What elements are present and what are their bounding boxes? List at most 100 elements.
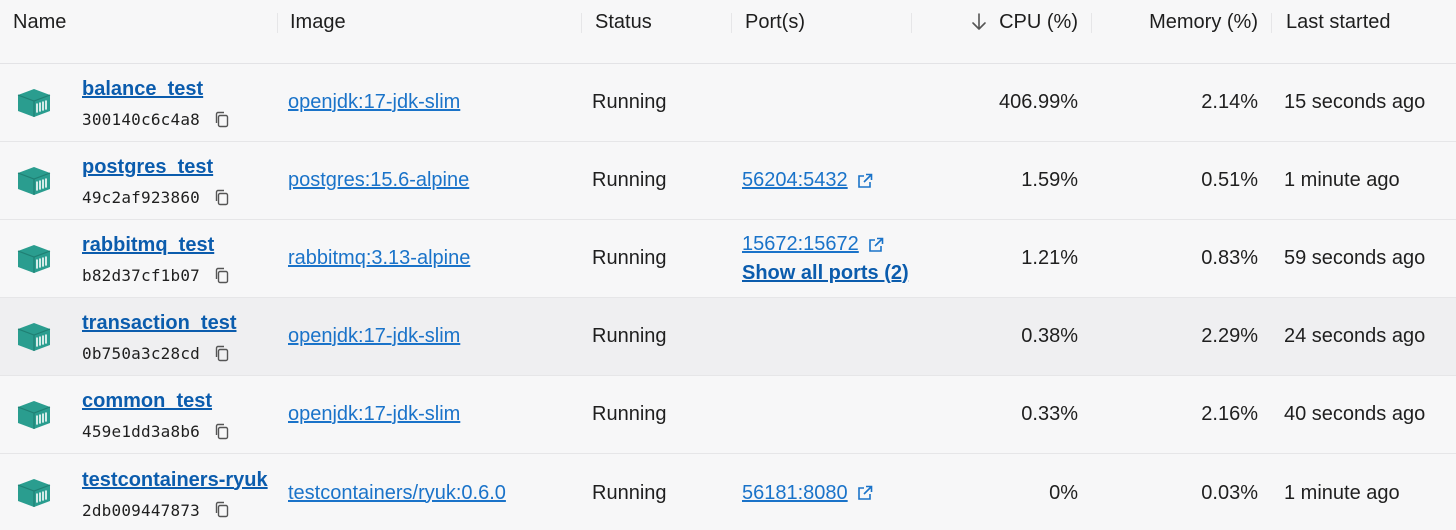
container-id: 300140c6c4a8 xyxy=(82,110,200,129)
name-cell: testcontainers-ryuk 2db009447873 xyxy=(0,454,278,530)
external-link-icon[interactable] xyxy=(856,484,874,502)
table-body: balance_test 300140c6c4a8 openjdk:17-jdk… xyxy=(0,64,1456,530)
status-cell: Running xyxy=(582,298,732,376)
cpu-value: 1.59% xyxy=(1021,169,1078,191)
status-cell: Running xyxy=(582,454,732,530)
name-cell: transaction_test 0b750a3c28cd xyxy=(0,298,278,376)
memory-value: 2.16% xyxy=(1201,403,1258,425)
container-name-link[interactable]: transaction_test xyxy=(82,310,237,336)
port-link[interactable]: 56181:8080 xyxy=(742,482,848,505)
status-cell: Running xyxy=(582,376,732,454)
name-cell: postgres_test 49c2af923860 xyxy=(0,142,278,220)
column-header-memory[interactable]: Memory (%) xyxy=(1092,9,1272,35)
table-row[interactable]: balance_test 300140c6c4a8 openjdk:17-jdk… xyxy=(0,64,1456,142)
image-cell: postgres:15.6-alpine xyxy=(278,142,582,220)
column-header-name[interactable]: Name xyxy=(0,9,278,35)
port-link[interactable]: 15672:15672 xyxy=(742,233,859,256)
last-started-cell: 24 seconds ago xyxy=(1272,298,1456,376)
container-id: 49c2af923860 xyxy=(82,188,200,207)
container-name-link[interactable]: postgres_test xyxy=(82,154,230,180)
image-link[interactable]: openjdk:17-jdk-slim xyxy=(288,91,460,114)
status-cell: Running xyxy=(582,220,732,298)
memory-value: 0.51% xyxy=(1201,169,1258,191)
container-name-link[interactable]: balance_test xyxy=(82,76,230,102)
external-link-icon[interactable] xyxy=(856,172,874,190)
column-header-ports[interactable]: Port(s) xyxy=(732,9,912,35)
last-started-cell: 1 minute ago xyxy=(1272,142,1456,220)
port-line: 56204:5432 xyxy=(742,167,874,195)
cpu-cell: 406.99% xyxy=(912,64,1092,142)
status-cell: Running xyxy=(582,64,732,142)
memory-cell: 2.14% xyxy=(1092,64,1272,142)
external-link-icon[interactable] xyxy=(867,236,885,254)
memory-cell: 0.03% xyxy=(1092,454,1272,530)
container-icon xyxy=(17,322,51,351)
image-link[interactable]: testcontainers/ryuk:0.6.0 xyxy=(288,482,506,505)
last-started-value: 59 seconds ago xyxy=(1284,247,1426,269)
cpu-value: 0% xyxy=(1049,481,1078,504)
ports-cell xyxy=(732,298,912,376)
image-link[interactable]: openjdk:17-jdk-slim xyxy=(288,325,460,348)
image-cell: rabbitmq:3.13-alpine xyxy=(278,220,582,298)
copy-icon[interactable] xyxy=(214,423,230,441)
container-name-link[interactable]: testcontainers-ryuk xyxy=(82,467,268,493)
container-id: 2db009447873 xyxy=(82,500,200,520)
ports-cell xyxy=(732,64,912,142)
last-started-value: 1 minute ago xyxy=(1284,481,1400,504)
table-row[interactable]: common_test 459e1dd3a8b6 openjdk:17-jdk-… xyxy=(0,376,1456,454)
last-started-cell: 15 seconds ago xyxy=(1272,64,1456,142)
image-link[interactable]: postgres:15.6-alpine xyxy=(288,169,469,192)
table-row[interactable]: rabbitmq_test b82d37cf1b07 rabbitmq:3.13… xyxy=(0,220,1456,298)
copy-icon[interactable] xyxy=(214,189,230,207)
memory-cell: 2.16% xyxy=(1092,376,1272,454)
cpu-cell: 0.38% xyxy=(912,298,1092,376)
column-header-status[interactable]: Status xyxy=(582,9,732,35)
memory-cell: 0.51% xyxy=(1092,142,1272,220)
table-row[interactable]: testcontainers-ryuk 2db009447873 testcon… xyxy=(0,454,1456,530)
last-started-cell: 40 seconds ago xyxy=(1272,376,1456,454)
last-started-value: 24 seconds ago xyxy=(1284,325,1426,347)
column-header-last-started[interactable]: Last started xyxy=(1272,9,1456,35)
image-link[interactable]: rabbitmq:3.13-alpine xyxy=(288,247,470,270)
column-header-image[interactable]: Image xyxy=(278,9,582,35)
container-name-link[interactable]: rabbitmq_test xyxy=(82,232,230,258)
column-header-cpu-label: CPU (%) xyxy=(999,11,1078,33)
arrow-down-icon[interactable] xyxy=(971,12,987,32)
status-cell: Running xyxy=(582,142,732,220)
show-all-ports-link[interactable]: Show all ports (2) xyxy=(742,259,909,287)
column-header-cpu[interactable]: CPU (%) xyxy=(912,9,1092,35)
copy-icon[interactable] xyxy=(214,267,230,285)
name-cell: common_test 459e1dd3a8b6 xyxy=(0,376,278,454)
cpu-cell: 0.33% xyxy=(912,376,1092,454)
ports-cell: 56204:5432 xyxy=(732,142,912,220)
containers-table: Name Image Status Port(s) CPU (%) Memory… xyxy=(0,0,1456,530)
container-icon xyxy=(17,479,51,507)
cpu-cell: 1.59% xyxy=(912,142,1092,220)
container-name-link[interactable]: common_test xyxy=(82,388,230,414)
ports-cell: 15672:15672 Show all ports (2) xyxy=(732,220,912,298)
port-link[interactable]: 56204:5432 xyxy=(742,169,848,192)
memory-value: 2.29% xyxy=(1201,325,1258,347)
status-text: Running xyxy=(592,169,667,191)
container-icon xyxy=(17,166,51,195)
memory-value: 2.14% xyxy=(1201,91,1258,113)
table-row[interactable]: postgres_test 49c2af923860 postgres:15.6… xyxy=(0,142,1456,220)
table-header: Name Image Status Port(s) CPU (%) Memory… xyxy=(0,0,1456,64)
last-started-value: 15 seconds ago xyxy=(1284,91,1426,113)
container-id: 0b750a3c28cd xyxy=(82,344,200,363)
cpu-value: 1.21% xyxy=(1021,247,1078,269)
status-text: Running xyxy=(592,91,667,113)
image-link[interactable]: openjdk:17-jdk-slim xyxy=(288,403,460,426)
ports-cell xyxy=(732,376,912,454)
image-cell: testcontainers/ryuk:0.6.0 xyxy=(278,454,582,530)
port-line: 56181:8080 xyxy=(742,479,874,507)
memory-value: 0.83% xyxy=(1201,247,1258,269)
container-id: 459e1dd3a8b6 xyxy=(82,422,200,441)
copy-icon[interactable] xyxy=(214,111,230,129)
copy-icon[interactable] xyxy=(214,345,230,363)
table-row[interactable]: transaction_test 0b750a3c28cd openjdk:17… xyxy=(0,298,1456,376)
copy-icon[interactable] xyxy=(214,501,230,519)
last-started-value: 1 minute ago xyxy=(1284,169,1400,191)
status-text: Running xyxy=(592,481,667,504)
cpu-value: 0.38% xyxy=(1021,325,1078,347)
